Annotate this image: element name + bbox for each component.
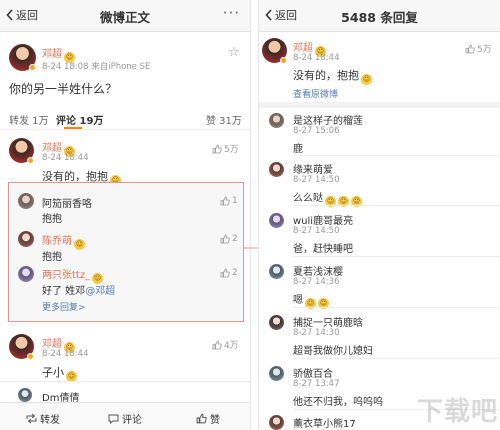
like-button[interactable]: 赞 — [196, 411, 220, 426]
thumbs-up-icon — [220, 268, 230, 278]
mention-link[interactable]: @邓超 — [85, 286, 115, 297]
reply-avatar[interactable] — [18, 193, 34, 209]
reply-avatar[interactable] — [269, 366, 284, 381]
comment-text: 没有的，抱抱 ☺ — [293, 69, 372, 85]
reply-avatar[interactable] — [269, 315, 284, 330]
comment-like-button[interactable]: 5万 — [465, 42, 492, 55]
comment-like-button[interactable]: 4万 — [212, 338, 239, 351]
reply-time: 8-27 14:50 — [293, 226, 340, 236]
page-title: 微博正文 — [99, 10, 150, 25]
replies-panel: 返回 5488 条回复 邓超 ☺ 8-24 18:44 5万 没有的，抱抱 ☺ 查看… — [258, 0, 500, 430]
thumbs-up-icon — [212, 144, 222, 153]
reply-author[interactable]: 阿笳丽香咯 — [42, 195, 92, 210]
reply-text: 超哥我做你儿媳妇 — [293, 346, 373, 357]
divider — [293, 358, 500, 359]
reply-time: 8-27 14:30 — [293, 328, 340, 338]
reply-text: 鹿 — [293, 144, 303, 155]
post-meta: 8-24 18:08 来自iPhone SE — [42, 60, 150, 72]
page-title: 5488 条回复 — [341, 10, 418, 25]
more-replies-link[interactable]: 更多回复> — [42, 300, 86, 313]
post-time: 8-24 18:08 — [42, 62, 89, 72]
verified-icon — [280, 57, 287, 64]
thumbs-up-icon — [220, 234, 230, 244]
reply-author[interactable]: 捕捉一只萌鹿晗 — [293, 314, 363, 329]
section-divider — [259, 102, 500, 108]
reply-like-button[interactable]: 1 — [220, 196, 238, 206]
verified-icon — [29, 64, 36, 71]
reply-text: 爸，赶快睡吧 — [293, 244, 353, 255]
reply-avatar[interactable] — [269, 162, 284, 177]
reply-avatar[interactable] — [18, 388, 32, 402]
reply-author[interactable]: 夏若浅沫樱 — [293, 263, 343, 278]
comment-like-button[interactable]: 5万 — [212, 142, 239, 155]
top-nav-bar: 返回 微博正文 ··· — [0, 0, 250, 32]
reply-time: 8-27 15:06 — [293, 126, 340, 136]
thumbs-up-icon — [465, 44, 475, 53]
tab-repost[interactable]: 转发 1万 — [9, 112, 49, 127]
reply-like-button[interactable]: 2 — [220, 268, 238, 278]
tab-comment[interactable]: 评论 19万 — [56, 112, 103, 127]
reply-time: 8-27 14:36 — [293, 277, 340, 287]
reply-author[interactable]: wuli鹿哥最亮 — [293, 212, 353, 227]
post-text: 你的另一半姓什么？ — [9, 82, 118, 96]
divider — [293, 155, 500, 156]
reply-text: 他还不归我，呜呜呜 — [293, 397, 383, 408]
tab-like[interactable]: 赞 31万 — [206, 112, 242, 127]
repost-icon — [26, 413, 37, 424]
active-tab-indicator — [64, 127, 82, 129]
reply-avatar[interactable] — [269, 415, 284, 430]
comment-icon — [108, 414, 119, 424]
reply-text: 抱抱 — [42, 252, 62, 263]
reply-avatar[interactable] — [269, 213, 284, 228]
more-options-icon[interactable]: ··· — [223, 4, 240, 22]
divider — [0, 381, 250, 382]
favorite-star-icon[interactable]: ☆ — [228, 45, 240, 60]
comment-time: 8-24 18:44 — [42, 153, 89, 163]
reply-avatar[interactable] — [18, 266, 34, 282]
reply-time: 8-27 14:50 — [293, 175, 340, 185]
reply-author[interactable]: 薰衣草小熊17 — [293, 415, 356, 430]
divider — [293, 307, 500, 308]
reply-like-button[interactable]: 2 — [220, 234, 238, 244]
reply-avatar[interactable] — [269, 264, 284, 279]
divider — [293, 256, 500, 257]
post-tabs: 转发 1万 评论 19万 赞 31万 — [0, 108, 250, 130]
verified-icon — [27, 353, 34, 360]
view-original-link[interactable]: 查看原微博 — [293, 87, 338, 100]
comment-button[interactable]: 评论 — [108, 411, 142, 426]
reply-author[interactable]: 骄傲百合 — [293, 365, 333, 380]
reply-author[interactable]: 缘来萌爱 — [293, 161, 333, 176]
reply-text: 好了 姓邓@邓超 — [42, 286, 116, 297]
comment-text: 子小 ☺ — [42, 366, 77, 382]
reply-text: 抱抱 — [42, 214, 62, 225]
repost-button[interactable]: 转发 — [26, 411, 60, 426]
reply-author[interactable]: 是这样子的榴莲 — [293, 112, 363, 127]
verified-icon — [27, 157, 34, 164]
reply-avatar[interactable] — [269, 113, 284, 128]
comment-time: 8-24 18:44 — [293, 53, 340, 63]
hug-emoji-icon: ☺ — [361, 74, 372, 85]
vip-emoji-icon: ☺ — [74, 239, 85, 250]
divider — [293, 205, 500, 206]
post-source: 来自iPhone SE — [91, 62, 151, 72]
top-nav-bar: 返回 5488 条回复 — [259, 0, 500, 32]
thumbs-up-icon — [212, 340, 222, 349]
watermark-logo: 下载吧 — [416, 397, 498, 427]
bottom-action-bar: 转发 评论 赞 — [0, 402, 250, 430]
reply-avatar[interactable] — [18, 231, 34, 247]
reply-time: 8-27 13:47 — [293, 379, 340, 389]
thumbs-up-icon — [220, 196, 230, 206]
weibo-post-panel: 返回 微博正文 ··· 邓超 ☺ 8-24 18:08 来自iPhone SE ☆… — [0, 0, 251, 430]
comment-time: 8-24 18:44 — [42, 349, 89, 359]
thumbs-up-icon — [196, 413, 207, 424]
